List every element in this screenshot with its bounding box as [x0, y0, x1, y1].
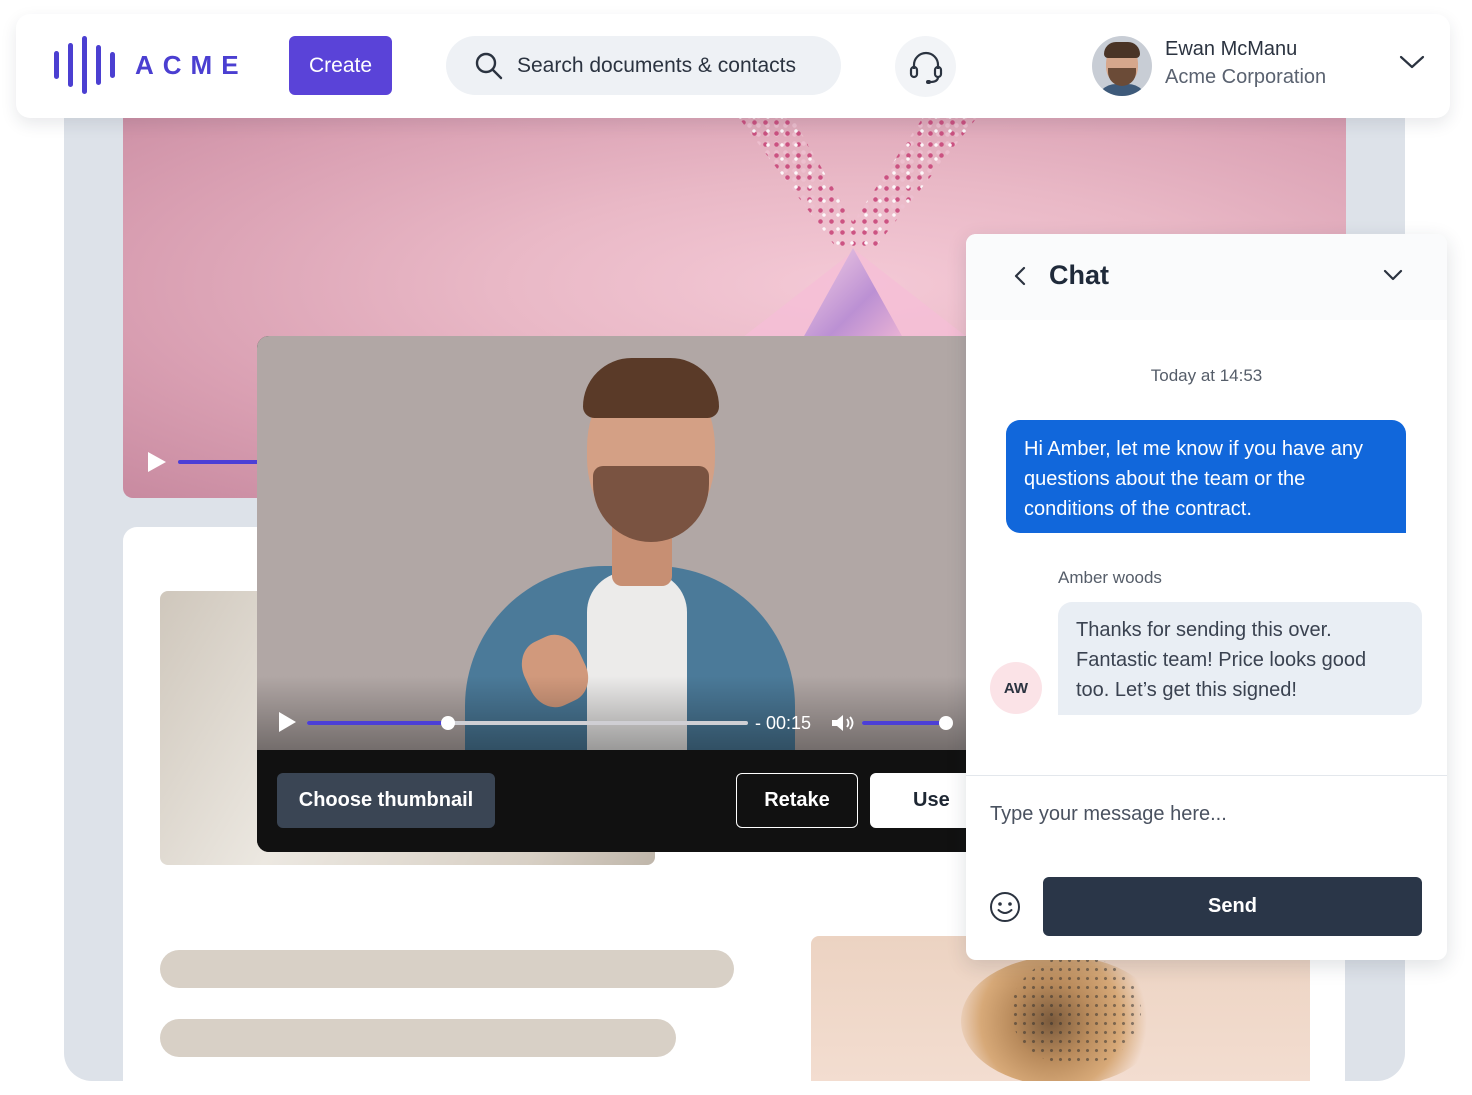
playback-progress-bar[interactable] — [307, 716, 748, 730]
message-sender-name: Amber woods — [1058, 568, 1162, 587]
chat-title: Chat — [1049, 260, 1109, 290]
playback-progress-fill — [307, 721, 449, 725]
retake-button[interactable]: Retake — [736, 773, 858, 828]
sender-avatar: AW — [990, 662, 1042, 714]
background-video-progress[interactable] — [178, 460, 268, 464]
chat-panel: Chat Today at 14:53 Hi Amber, let me kno… — [966, 234, 1447, 960]
chat-timestamp: Today at 14:53 — [1150, 366, 1263, 385]
volume-slider-fill — [862, 721, 946, 725]
playback-scrubber-handle[interactable] — [441, 716, 456, 730]
volume-slider[interactable] — [862, 716, 953, 730]
play-icon[interactable] — [279, 712, 296, 732]
incoming-message: Thanks for sending this over. Fantastic … — [1058, 602, 1422, 715]
user-name: Ewan McManu — [1165, 38, 1298, 60]
brand-name: ACME — [135, 49, 248, 80]
text-placeholder-line — [160, 950, 734, 988]
back-arrow-icon[interactable] — [1010, 264, 1030, 288]
video-preview[interactable]: - 00:15 — [257, 336, 977, 750]
chat-header: Chat — [966, 234, 1447, 320]
recorder-actions: Choose thumbnail Retake Use — [257, 750, 977, 852]
create-button[interactable]: Create — [289, 36, 392, 95]
volume-slider-handle[interactable] — [939, 716, 953, 730]
flower-particles — [1011, 956, 1141, 1066]
emoji-icon[interactable] — [988, 890, 1022, 924]
chevron-down-icon[interactable] — [1398, 54, 1426, 70]
brand-logo[interactable]: ACME — [54, 36, 248, 94]
sparkle-decoration — [733, 110, 983, 250]
video-recorder: - 00:15 Choose thumbnail Retake Use — [257, 336, 977, 852]
message-input[interactable] — [990, 796, 1420, 832]
logo-bars-icon — [54, 36, 115, 94]
remaining-time: - 00:15 — [755, 713, 812, 733]
use-button[interactable]: Use — [870, 773, 977, 828]
background-video-play-icon[interactable] — [148, 452, 166, 472]
chevron-down-icon[interactable] — [1382, 264, 1404, 286]
text-placeholder-line — [160, 1019, 676, 1057]
search-bar[interactable] — [446, 36, 841, 95]
user-organization: Acme Corporation — [1165, 66, 1327, 88]
send-button[interactable]: Send — [1043, 877, 1422, 936]
search-input[interactable] — [517, 53, 827, 78]
choose-thumbnail-button[interactable]: Choose thumbnail — [277, 773, 495, 828]
volume-icon[interactable] — [830, 712, 858, 734]
support-button[interactable] — [895, 36, 956, 97]
search-icon — [475, 52, 503, 79]
headset-icon — [909, 51, 942, 84]
chat-divider — [966, 775, 1447, 776]
user-avatar[interactable] — [1092, 36, 1152, 96]
outgoing-message: Hi Amber, let me know if you have any qu… — [1006, 420, 1406, 533]
